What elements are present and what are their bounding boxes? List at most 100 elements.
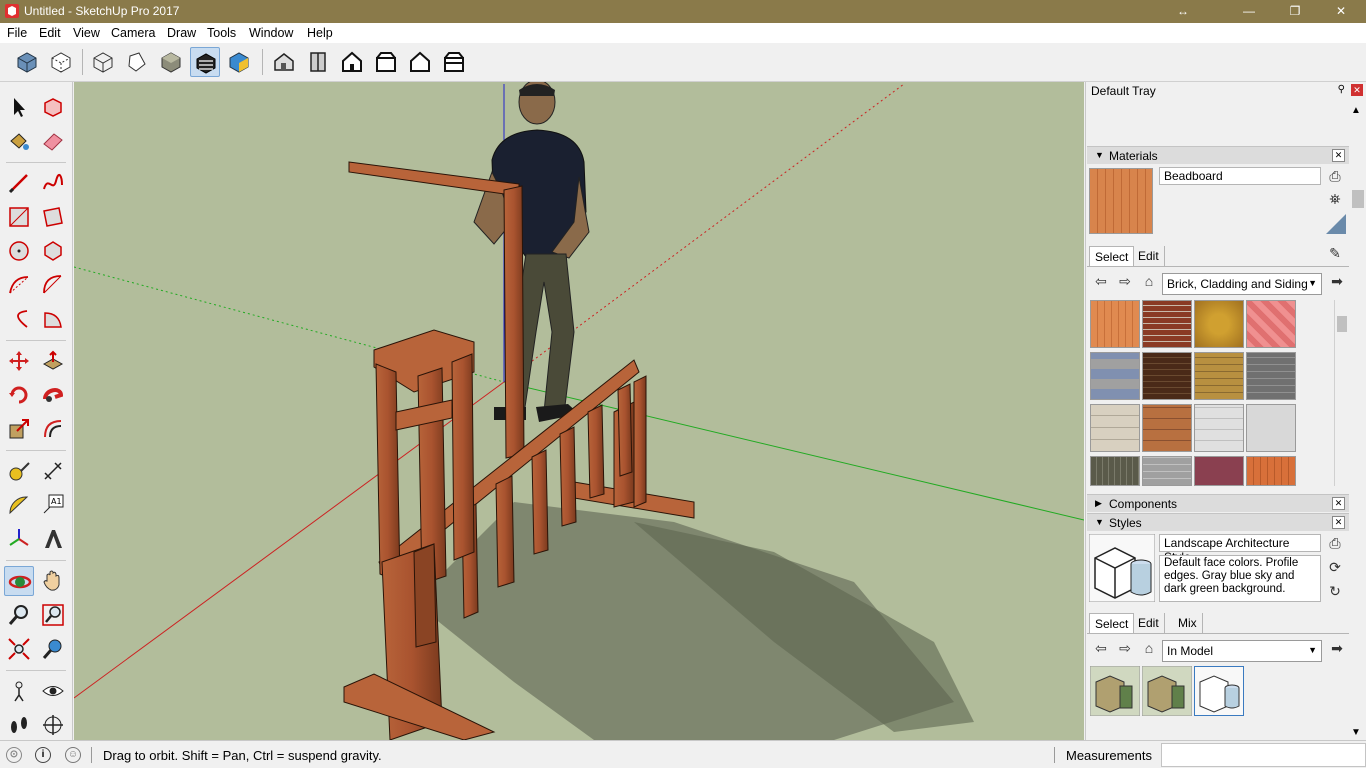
walk-footprints-icon[interactable]: [4, 710, 34, 740]
xray-icon[interactable]: [12, 47, 42, 77]
styles-tab-mix[interactable]: Mix: [1173, 613, 1203, 633]
front-view-icon[interactable]: [337, 47, 367, 77]
menu-edit[interactable]: Edit: [39, 26, 61, 40]
iso-view-icon[interactable]: [269, 47, 299, 77]
two-point-arc-icon[interactable]: [38, 270, 68, 300]
3d-text-icon[interactable]: [38, 524, 68, 554]
swatch-stucco-gray[interactable]: [1246, 404, 1296, 452]
offset-icon[interactable]: [38, 414, 68, 444]
swatch-siding-wood[interactable]: [1142, 404, 1192, 452]
swatch-block-gray[interactable]: [1142, 456, 1192, 486]
swatch-brick-tan[interactable]: [1194, 352, 1244, 400]
home-icon[interactable]: ⌂: [1140, 272, 1158, 290]
back-arrow-icon[interactable]: ⇦: [1092, 639, 1110, 657]
dimension-icon[interactable]: [38, 456, 68, 486]
menu-tools[interactable]: Tools: [207, 26, 236, 40]
scale-icon[interactable]: [4, 414, 34, 444]
swatch-block-beige[interactable]: [1090, 404, 1140, 452]
menu-camera[interactable]: Camera: [111, 26, 155, 40]
swatch-wood-gray[interactable]: [1090, 456, 1140, 486]
position-camera-icon[interactable]: [4, 676, 34, 706]
text-icon[interactable]: A1: [38, 490, 68, 520]
eyedropper-icon[interactable]: ✎: [1326, 244, 1344, 262]
menu-file[interactable]: File: [7, 26, 27, 40]
home-icon[interactable]: ⌂: [1140, 639, 1158, 657]
eraser-icon[interactable]: [38, 126, 68, 156]
zoom-icon[interactable]: [4, 600, 34, 630]
credits-info-icon[interactable]: i: [35, 747, 51, 763]
restore-size-icon[interactable]: ↔: [1160, 0, 1206, 23]
sample-paint-icon[interactable]: ⛯: [1326, 190, 1344, 208]
three-point-arc-icon[interactable]: [4, 304, 34, 334]
tray-close-button[interactable]: ✕: [1351, 84, 1363, 96]
refresh-icon[interactable]: ↻: [1326, 582, 1344, 600]
pin-icon[interactable]: ⚲: [1338, 84, 1345, 95]
select-arrow-icon[interactable]: [4, 92, 34, 122]
protractor-icon[interactable]: [4, 490, 34, 520]
tray-scrollbar-thumb[interactable]: [1352, 190, 1364, 208]
styles-tab-edit[interactable]: Edit: [1133, 613, 1165, 633]
look-around-eye-icon[interactable]: [38, 676, 68, 706]
make-component-icon[interactable]: [38, 92, 68, 122]
tape-measure-icon[interactable]: [4, 456, 34, 486]
menu-help[interactable]: Help: [307, 26, 333, 40]
details-arrow-icon[interactable]: ➡: [1328, 272, 1346, 290]
back-view-icon[interactable]: [405, 47, 435, 77]
menu-window[interactable]: Window: [249, 26, 293, 40]
rotated-rectangle-icon[interactable]: [38, 202, 68, 232]
polygon-icon[interactable]: [38, 236, 68, 266]
style-collection-dropdown[interactable]: In Model ▼: [1162, 640, 1322, 662]
sign-in-user-icon[interactable]: ☺: [65, 747, 81, 763]
model-viewport[interactable]: [74, 82, 1084, 740]
wireframe-icon[interactable]: [88, 47, 118, 77]
arc-icon[interactable]: [4, 270, 34, 300]
display-secondary-pane-icon[interactable]: [1326, 214, 1346, 234]
menu-draw[interactable]: Draw: [167, 26, 196, 40]
materials-tab-edit[interactable]: Edit: [1133, 246, 1165, 266]
rotate-icon[interactable]: [4, 380, 34, 410]
follow-me-icon[interactable]: [38, 380, 68, 410]
back-arrow-icon[interactable]: ⇦: [1092, 272, 1110, 290]
maximize-button[interactable]: ❐: [1272, 0, 1318, 23]
back-edges-icon[interactable]: [46, 47, 76, 77]
hidden-line-icon[interactable]: [122, 47, 152, 77]
style-thumb-1[interactable]: [1090, 666, 1140, 716]
create-material-icon[interactable]: ⎙: [1326, 167, 1344, 185]
style-thumb-2[interactable]: [1142, 666, 1192, 716]
tray-scroll-down-icon[interactable]: ▼: [1351, 727, 1361, 738]
pie-icon[interactable]: [38, 304, 68, 334]
shaded-textures-icon[interactable]: [190, 47, 220, 77]
swatch-beadboard[interactable]: [1090, 300, 1140, 348]
push-pull-icon[interactable]: [38, 346, 68, 376]
line-tool-icon[interactable]: [4, 168, 34, 198]
styles-close-button[interactable]: ✕: [1332, 516, 1345, 529]
materials-panel-header[interactable]: ▼ Materials ✕: [1087, 146, 1349, 164]
rectangle-icon[interactable]: [4, 202, 34, 232]
swatch-granite-red[interactable]: [1194, 456, 1244, 486]
top-view-icon[interactable]: [303, 47, 333, 77]
style-description-field[interactable]: Default face colors. Profile edges. Gray…: [1159, 555, 1321, 602]
swatch-scrollbar[interactable]: [1334, 300, 1348, 486]
create-style-icon[interactable]: ⎙: [1326, 534, 1344, 552]
paint-bucket-icon[interactable]: [4, 126, 34, 156]
styles-tab-select[interactable]: Select: [1089, 613, 1135, 633]
right-view-icon[interactable]: [371, 47, 401, 77]
menu-view[interactable]: View: [73, 26, 100, 40]
shaded-icon[interactable]: [156, 47, 186, 77]
geo-location-icon[interactable]: ⊙: [6, 747, 22, 763]
swatch-stone-gold[interactable]: [1194, 300, 1244, 348]
materials-close-button[interactable]: ✕: [1332, 149, 1345, 162]
minimize-button[interactable]: —: [1226, 0, 1272, 23]
swatch-brick-red[interactable]: [1142, 300, 1192, 348]
forward-arrow-icon[interactable]: ⇨: [1116, 639, 1134, 657]
zoom-extents-icon[interactable]: [4, 634, 34, 664]
section-plane-icon[interactable]: [38, 710, 68, 740]
swatch-siding-white[interactable]: [1194, 404, 1244, 452]
details-arrow-icon[interactable]: ➡: [1328, 639, 1346, 657]
left-view-icon[interactable]: [439, 47, 469, 77]
monochrome-icon[interactable]: [224, 47, 254, 77]
move-icon[interactable]: [4, 346, 34, 376]
circle-icon[interactable]: [4, 236, 34, 266]
swatch-siding-orange[interactable]: [1246, 456, 1296, 486]
measurements-input[interactable]: [1161, 743, 1366, 767]
